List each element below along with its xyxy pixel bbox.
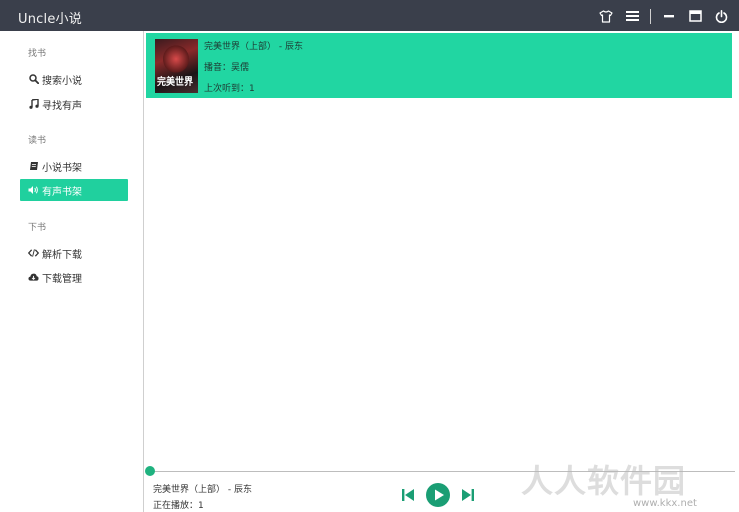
sidebar-item-search-novels[interactable]: 搜索小说 [20,68,128,90]
sidebar-item-find-audio[interactable]: 寻找有声 [20,93,128,115]
book-icon [28,161,39,172]
sidebar-item-label: 搜索小说 [42,75,82,87]
code-icon [28,248,39,259]
now-playing-title: 完美世界（上部） - 辰东 [153,485,252,495]
window-controls [598,6,729,26]
group-label-read: 读书 [28,136,47,146]
audio-bookshelf-panel: 完美世界 完美世界（上部） - 辰东 播音：吴儒 上次听到：1 [145,31,739,471]
now-playing-status: 正在播放：1 [153,501,204,511]
minimize-icon[interactable] [661,8,677,24]
cover-art [163,45,189,73]
previous-button[interactable] [401,487,415,503]
skip-previous-icon [402,489,414,501]
music-note-icon [28,99,39,110]
sidebar-item-label: 解析下载 [42,249,82,261]
power-icon[interactable] [713,8,729,24]
sidebar: 找书 搜索小说 寻找有声 读书 小说书架 有声书架 下书 解析下载 下载管理 [0,31,144,512]
sidebar-item-label: 下载管理 [42,273,82,285]
skip-next-icon [462,489,474,501]
sidebar-item-label: 小说书架 [42,162,82,174]
group-label-download: 下书 [28,223,47,233]
group-label-find: 找书 [28,49,47,59]
volume-icon [28,185,39,196]
sidebar-item-audio-shelf[interactable]: 有声书架 [20,179,128,201]
book-last-played: 上次听到：1 [204,84,255,94]
shirt-icon[interactable] [598,8,614,24]
sidebar-item-novel-shelf[interactable]: 小说书架 [20,155,128,177]
maximize-icon[interactable] [687,8,703,24]
play-button[interactable] [426,483,450,507]
watermark-url: www.kkx.net [633,498,697,509]
watermark: 人人软件园 [521,462,687,500]
separator [650,8,651,24]
sidebar-item-label: 有声书架 [42,186,82,198]
title-bar: Uncle小说 [0,0,739,31]
play-circle-icon [426,483,450,507]
progress-slider-handle[interactable] [145,466,155,476]
next-button[interactable] [461,487,475,503]
sidebar-item-parse-download[interactable]: 解析下载 [20,242,128,264]
sidebar-item-download-manager[interactable]: 下载管理 [20,266,128,288]
search-icon [28,74,39,85]
cloud-download-icon [28,272,39,283]
cover-title: 完美世界 [157,77,193,88]
book-cover-image: 完美世界 [155,39,198,93]
app-title: Uncle小说 [18,12,82,27]
menu-icon[interactable] [624,8,640,24]
book-narrator: 播音：吴儒 [204,63,250,73]
sidebar-item-label: 寻找有声 [42,100,82,112]
book-title: 完美世界（上部） - 辰东 [204,42,303,52]
audiobook-card[interactable]: 完美世界 完美世界（上部） - 辰东 播音：吴儒 上次听到：1 [146,33,732,98]
